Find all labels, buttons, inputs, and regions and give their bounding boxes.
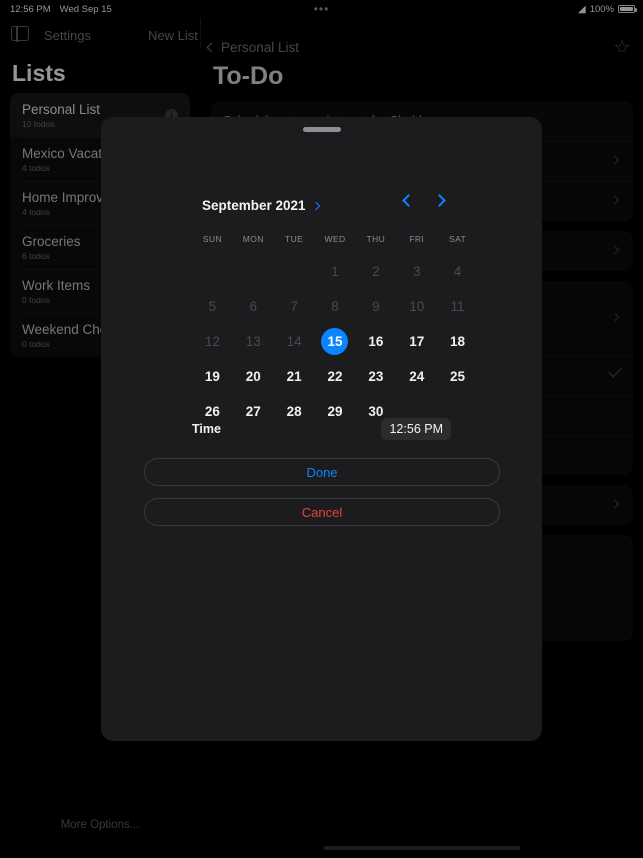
next-month-button[interactable] [433, 194, 446, 207]
calendar-cell-empty [274, 254, 315, 289]
calendar-cell: 11 [437, 289, 478, 324]
calendar-day-number: 14 [286, 334, 302, 349]
calendar-day-number: 15 [321, 328, 349, 355]
weekday-label: SAT [449, 234, 467, 244]
calendar-cell[interactable]: 18 [437, 324, 478, 359]
calendar-cell[interactable]: 21 [274, 359, 315, 394]
calendar-nav [402, 194, 446, 207]
calendar-cell[interactable]: 17 [396, 324, 437, 359]
calendar-cell: 6 [233, 289, 274, 324]
time-label: Time [192, 422, 221, 436]
previous-month-button[interactable] [402, 194, 415, 207]
calendar-cell: 12 [192, 324, 233, 359]
month-year-button[interactable]: September 2021 [202, 198, 320, 213]
calendar-day-number: 21 [286, 369, 302, 384]
month-year-label: September 2021 [202, 198, 306, 213]
calendar-header: September 2021 [101, 194, 542, 224]
calendar-day-number: 3 [412, 264, 421, 279]
calendar-day-number: 16 [368, 334, 384, 349]
calendar-cell: 10 [396, 289, 437, 324]
done-button[interactable]: Done [144, 458, 500, 486]
calendar-day-number: 8 [331, 299, 339, 314]
drag-handle-icon[interactable] [302, 127, 341, 132]
calendar-day-number: 11 [450, 299, 465, 314]
calendar-cell[interactable]: 16 [355, 324, 396, 359]
calendar-day-number: 5 [208, 299, 217, 314]
calendar-day-grid: 1 2 3 4 5 6 7 8 9 10 11 12 13 14 15 16 17 18 19 20 21 22 23 24 2… [192, 254, 478, 429]
calendar-cell[interactable]: 24 [396, 359, 437, 394]
cancel-button[interactable]: Cancel [144, 498, 500, 526]
weekday-label: THU [366, 234, 386, 244]
calendar-day-number: 13 [245, 334, 261, 349]
ipad-screen: 12:56 PM Wed Sep 15 ••• ◢ 100% Settings … [0, 0, 643, 858]
calendar-cell[interactable]: 15 [315, 324, 356, 359]
weekday-label: TUE [285, 234, 304, 244]
calendar-cell[interactable]: 19 [192, 359, 233, 394]
calendar-cell: 9 [355, 289, 396, 324]
calendar-cell: 8 [315, 289, 356, 324]
calendar-cell-empty [233, 254, 274, 289]
calendar-day-number: 7 [290, 299, 298, 314]
calendar-day-number: 18 [450, 334, 466, 349]
calendar-day-number: 12 [204, 334, 220, 349]
calendar: September 2021 SUN MON TUE WED THU FRI S… [101, 194, 542, 429]
calendar-cell-empty [192, 254, 233, 289]
calendar-day-number: 6 [249, 299, 258, 314]
chevron-right-icon [311, 201, 320, 210]
calendar-cell[interactable]: 23 [355, 359, 396, 394]
calendar-day-number: 17 [409, 334, 425, 349]
calendar-day-number: 10 [409, 299, 425, 314]
calendar-day-number: 4 [453, 264, 462, 279]
calendar-day-number: 24 [409, 369, 425, 384]
calendar-cell: 4 [437, 254, 478, 289]
calendar-cell[interactable]: 20 [233, 359, 274, 394]
calendar-cell: 2 [355, 254, 396, 289]
calendar-cell: 1 [315, 254, 356, 289]
weekday-label: SUN [202, 234, 222, 244]
date-picker-sheet: September 2021 SUN MON TUE WED THU FRI S… [101, 117, 542, 741]
weekday-label: MON [242, 234, 264, 244]
time-row: Time 12:56 PM [101, 416, 542, 442]
calendar-day-number: 19 [204, 369, 220, 384]
time-value-button[interactable]: 12:56 PM [381, 418, 451, 440]
calendar-day-number: 25 [450, 369, 466, 384]
calendar-day-number: 22 [327, 369, 343, 384]
calendar-day-number: 23 [368, 369, 384, 384]
calendar-cell: 13 [233, 324, 274, 359]
calendar-cell[interactable]: 25 [437, 359, 478, 394]
calendar-day-number: 2 [372, 264, 380, 279]
weekday-label: FRI [409, 234, 425, 244]
calendar-day-number: 1 [331, 264, 339, 279]
calendar-cell[interactable]: 22 [315, 359, 356, 394]
calendar-day-number: 20 [245, 369, 261, 384]
calendar-cell: 5 [192, 289, 233, 324]
weekday-header-row: SUN MON TUE WED THU FRI SAT [192, 234, 478, 244]
calendar-cell: 7 [274, 289, 315, 324]
weekday-label: WED [324, 234, 346, 244]
calendar-cell: 3 [396, 254, 437, 289]
calendar-day-number: 9 [372, 299, 380, 314]
calendar-cell: 14 [274, 324, 315, 359]
